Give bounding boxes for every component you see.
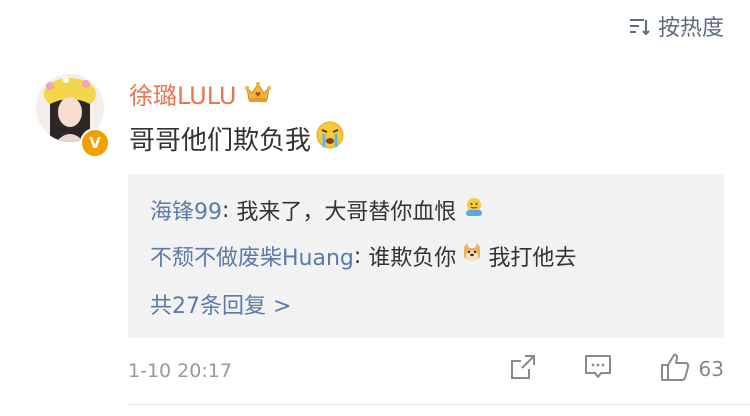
comment-actions: 63 bbox=[509, 352, 724, 386]
share-button[interactable] bbox=[509, 353, 537, 385]
replies-box: 海锋99 : 我来了，大哥替你血恨 不颓不做废柴Huang : 谁欺负你 我打他… bbox=[128, 174, 724, 338]
sort-icon bbox=[628, 16, 650, 36]
comment-content: 哥哥他们欺负我 bbox=[129, 120, 345, 157]
reply-author[interactable]: 海锋99 bbox=[150, 194, 222, 226]
username[interactable]: 徐璐LULU bbox=[129, 76, 236, 111]
verified-badge: V bbox=[80, 128, 110, 158]
doge-emoji-icon bbox=[460, 241, 484, 271]
hug-emoji-icon bbox=[462, 195, 486, 225]
avatar[interactable]: V bbox=[36, 74, 110, 158]
like-count: 63 bbox=[698, 357, 724, 381]
crown-icon[interactable]: ♥ bbox=[244, 80, 272, 108]
sort-label: 按热度 bbox=[657, 16, 724, 41]
reply-text: 谁欺负你 bbox=[368, 246, 457, 271]
comment-text: 哥哥他们欺负我 bbox=[129, 126, 312, 156]
reply-author[interactable]: 不颓不做废柴Huang bbox=[150, 240, 354, 272]
view-more-replies-link[interactable]: 共27条回复 > bbox=[150, 288, 291, 320]
comment-icon bbox=[583, 353, 613, 385]
reply-text-end: 我打他去 bbox=[488, 246, 577, 271]
like-button[interactable]: 63 bbox=[659, 352, 724, 386]
reply-text: 我来了，大哥替你血恨 bbox=[236, 200, 457, 225]
thumbs-up-icon bbox=[659, 352, 691, 386]
share-icon bbox=[509, 353, 537, 385]
sort-by-popularity-button[interactable]: 按热度 bbox=[628, 10, 724, 42]
reply-item: 不颓不做废柴Huang : 谁欺负你 我打他去 bbox=[150, 240, 576, 272]
crying-emoji-icon bbox=[315, 120, 345, 157]
svg-text:♥: ♥ bbox=[255, 91, 261, 99]
divider bbox=[128, 404, 750, 405]
reply-button[interactable] bbox=[583, 353, 613, 385]
reply-colon: : bbox=[353, 243, 369, 269]
reply-colon: : bbox=[222, 197, 237, 223]
reply-item: 海锋99 : 我来了，大哥替你血恨 bbox=[150, 194, 486, 226]
comment-timestamp: 1-10 20:17 bbox=[128, 360, 232, 382]
